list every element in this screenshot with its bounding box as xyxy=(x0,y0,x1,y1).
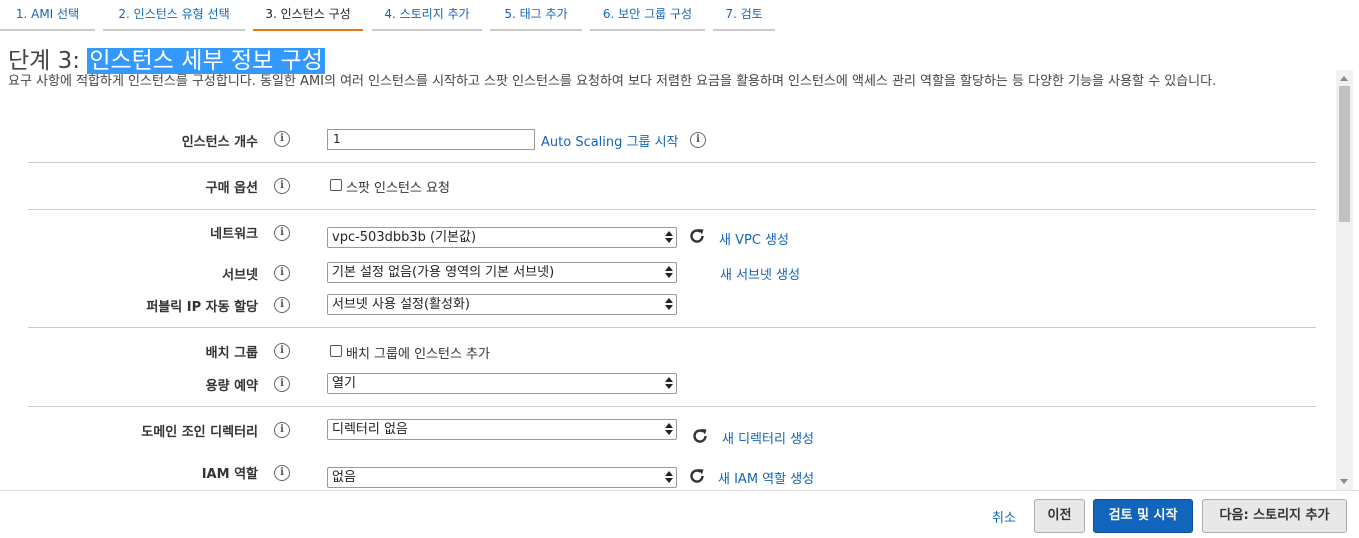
info-icon[interactable]: i xyxy=(274,376,290,392)
subnet-select-value: 기본 설정 없음(가용 영역의 기본 서브넷) xyxy=(332,265,555,280)
info-icon[interactable]: i xyxy=(274,297,290,313)
page-title-prefix: 단계 3: xyxy=(8,48,88,74)
step-security-group[interactable]: 6. 보안 그룹 구성 xyxy=(590,0,705,31)
placement-group-label: 배치 그룹 xyxy=(205,346,258,361)
create-subnet-link[interactable]: 새 서브넷 생성 xyxy=(720,264,800,283)
purchase-option-label: 구매 옵션 xyxy=(205,181,258,196)
select-caret-icon xyxy=(665,297,673,312)
public-ip-select[interactable]: 서브넷 사용 설정(활성화) xyxy=(327,294,677,315)
step-add-storage[interactable]: 4. 스토리지 추가 xyxy=(372,0,482,31)
page-description: 요구 사항에 적합하게 인스턴스를 구성합니다. 동일한 AMI의 여러 인스턴… xyxy=(8,74,1217,89)
previous-button[interactable]: 이전 xyxy=(1034,499,1085,533)
info-icon[interactable]: i xyxy=(274,178,290,194)
subnet-select[interactable]: 기본 설정 없음(가용 영역의 기본 서브넷) xyxy=(327,262,677,283)
network-select-value: vpc-503dbb3b (기본값) xyxy=(332,230,477,245)
create-iam-role-link[interactable]: 새 IAM 역할 생성 xyxy=(718,468,814,487)
create-directory-link[interactable]: 새 디렉터리 생성 xyxy=(722,428,814,447)
divider xyxy=(28,209,1316,210)
step-review[interactable]: 7. 검토 xyxy=(713,0,775,31)
spot-instance-checkbox-label[interactable]: 스팟 인스턴스 요청 xyxy=(346,177,450,196)
info-icon[interactable]: i xyxy=(690,132,706,148)
network-label: 네트워크 xyxy=(210,227,258,242)
scroll-down-icon[interactable] xyxy=(1340,479,1348,484)
page-title-highlight: 인스턴스 세부 정보 구성 xyxy=(87,48,325,74)
review-and-launch-button[interactable]: 검토 및 시작 xyxy=(1093,499,1193,533)
instance-count-label: 인스턴스 개수 xyxy=(181,135,258,150)
divider xyxy=(28,162,1316,163)
public-ip-select-value: 서브넷 사용 설정(활성화) xyxy=(332,297,471,312)
iam-role-label: IAM 역할 xyxy=(201,467,258,482)
page-title: 단계 3: 인스턴스 세부 정보 구성 xyxy=(8,41,325,75)
wizard-steps: 1. AMI 선택 2. 인스턴스 유형 선택 3. 인스턴스 구성 4. 스토… xyxy=(0,0,1359,32)
scrollbar-thumb[interactable] xyxy=(1339,86,1350,222)
refresh-icon[interactable] xyxy=(688,227,706,245)
select-caret-icon xyxy=(665,470,673,485)
refresh-icon[interactable] xyxy=(688,467,706,485)
domain-join-select-value: 디렉터리 없음 xyxy=(332,422,408,437)
placement-group-checkbox[interactable] xyxy=(330,345,342,357)
spot-instance-checkbox[interactable] xyxy=(330,179,342,191)
public-ip-label: 퍼블릭 IP 자동 할당 xyxy=(146,300,258,315)
cancel-link[interactable]: 취소 xyxy=(992,507,1016,526)
vertical-scrollbar[interactable] xyxy=(1336,70,1353,490)
select-caret-icon xyxy=(665,422,673,437)
iam-role-select-value: 없음 xyxy=(332,470,356,485)
placement-group-checkbox-label[interactable]: 배치 그룹에 인스턴스 추가 xyxy=(346,343,490,362)
select-caret-icon xyxy=(665,376,673,391)
domain-join-select[interactable]: 디렉터리 없음 xyxy=(327,419,677,440)
domain-join-label: 도메인 조인 디렉터리 xyxy=(141,425,258,440)
capacity-reservation-select-value: 열기 xyxy=(332,376,356,391)
step-configure-instance[interactable]: 3. 인스턴스 구성 xyxy=(253,0,363,31)
subnet-label: 서브넷 xyxy=(222,268,258,283)
select-caret-icon xyxy=(665,230,673,245)
network-select[interactable]: vpc-503dbb3b (기본값) xyxy=(327,227,677,248)
divider xyxy=(28,406,1316,407)
iam-role-select[interactable]: 없음 xyxy=(327,467,677,488)
info-icon[interactable]: i xyxy=(274,225,290,241)
step-ami[interactable]: 1. AMI 선택 xyxy=(0,0,95,31)
step-add-tags[interactable]: 5. 태그 추가 xyxy=(490,0,582,31)
step-instance-type[interactable]: 2. 인스턴스 유형 선택 xyxy=(103,0,245,31)
info-icon[interactable]: i xyxy=(274,422,290,438)
info-icon[interactable]: i xyxy=(274,465,290,481)
scroll-up-icon[interactable] xyxy=(1340,76,1348,81)
instance-count-input[interactable]: 1 xyxy=(327,129,535,150)
auto-scaling-link[interactable]: Auto Scaling 그룹 시작 xyxy=(541,131,679,150)
capacity-reservation-label: 용량 예약 xyxy=(205,379,258,394)
info-icon[interactable]: i xyxy=(274,131,290,147)
select-caret-icon xyxy=(665,265,673,280)
create-vpc-link[interactable]: 새 VPC 생성 xyxy=(719,229,789,248)
refresh-icon[interactable] xyxy=(691,427,709,445)
info-icon[interactable]: i xyxy=(274,265,290,281)
next-add-storage-button[interactable]: 다음: 스토리지 추가 xyxy=(1202,499,1347,533)
capacity-reservation-select[interactable]: 열기 xyxy=(327,373,677,394)
divider xyxy=(28,327,1316,328)
info-icon[interactable]: i xyxy=(274,343,290,359)
